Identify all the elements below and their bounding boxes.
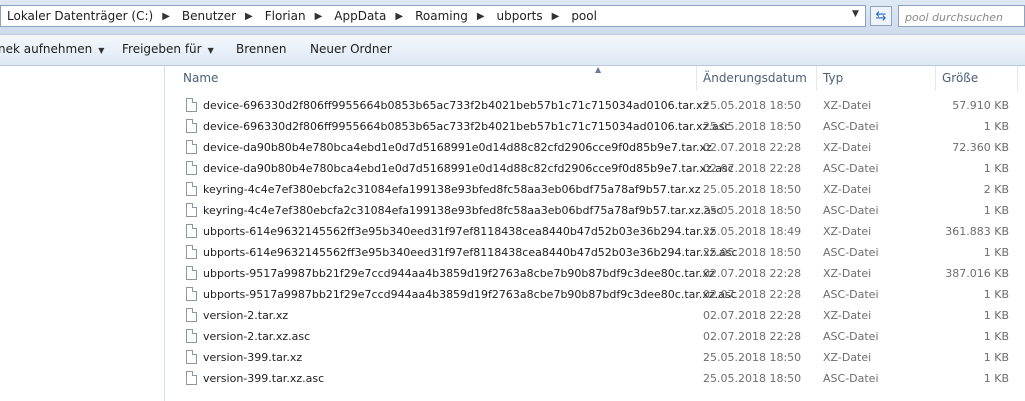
file-row[interactable]: device-696330d2f806ff9955664b0853b65ac73… — [165, 95, 1025, 116]
breadcrumb-item[interactable]: pool — [565, 6, 606, 26]
address-bar[interactable]: Lokaler Datenträger (C:) ▶ Benutzer ▶ Fl… — [0, 5, 866, 27]
file-icon — [186, 203, 197, 217]
breadcrumb-item[interactable]: Roaming ▶ — [409, 6, 490, 26]
column-header-date[interactable]: Änderungsdatum — [703, 71, 807, 85]
file-row[interactable]: ubports-614e9632145562ff3e95b340eed31f97… — [165, 242, 1025, 263]
file-icon — [186, 98, 197, 112]
breadcrumb-separator-icon[interactable]: ▶ — [159, 11, 173, 22]
file-icon — [186, 224, 197, 238]
file-row[interactable]: keyring-4c4e7ef380ebcfa2c31084efa199138e… — [165, 200, 1025, 221]
file-icon — [186, 161, 197, 175]
column-header-name[interactable]: Name — [183, 71, 218, 85]
file-icon — [186, 266, 197, 280]
breadcrumb-separator-icon[interactable]: ▶ — [392, 11, 406, 22]
chevron-down-icon: ▼ — [207, 46, 214, 55]
file-icon — [186, 371, 197, 385]
search-box[interactable] — [898, 5, 1025, 27]
column-divider[interactable] — [696, 66, 697, 91]
column-divider[interactable] — [816, 66, 817, 91]
include-in-library-button[interactable]: nek aufnehmen ▼ — [0, 42, 104, 56]
file-row[interactable]: version-399.tar.xz 25.05.2018 18:50 XZ-Dat… — [165, 347, 1025, 368]
file-row[interactable]: version-399.tar.xz.asc 25.05.2018 18:50 AS… — [165, 368, 1025, 389]
new-folder-button[interactable]: Neuer Ordner — [310, 42, 392, 56]
file-icon — [186, 140, 197, 154]
breadcrumb-item[interactable]: ubports ▶ — [491, 6, 566, 26]
search-input[interactable] — [903, 7, 1025, 27]
file-icon — [186, 329, 197, 343]
command-toolbar: nek aufnehmen ▼ Freigeben für ▼ Brennen Ne… — [0, 35, 1025, 66]
sort-ascending-icon: ▲ — [595, 65, 602, 74]
share-with-button[interactable]: Freigeben für ▼ — [122, 42, 214, 56]
file-row[interactable]: version-2.tar.xz.asc 02.07.2018 22:28 ASC-… — [165, 326, 1025, 347]
column-header-row: ▲ Name Änderungsdatum Typ Größe — [165, 65, 1025, 91]
chevron-down-icon: ▼ — [98, 46, 105, 55]
file-row[interactable]: ubports-9517a9987bb21f29e7ccd944aa4b3859… — [165, 263, 1025, 284]
file-row[interactable]: device-da90b80b4e780bca4ebd1e0d7d5168991… — [165, 158, 1025, 179]
breadcrumb-item[interactable]: AppData ▶ — [328, 6, 409, 26]
file-list: device-696330d2f806ff9955664b0853b65ac73… — [165, 95, 1025, 389]
file-row[interactable]: device-696330d2f806ff9955664b0853b65ac73… — [165, 116, 1025, 137]
burn-button[interactable]: Brennen — [236, 42, 286, 56]
file-row[interactable]: ubports-9517a9987bb21f29e7ccd944aa4b3859… — [165, 284, 1025, 305]
file-icon — [186, 182, 197, 196]
navigation-pane[interactable] — [0, 66, 165, 401]
breadcrumb-item[interactable]: Lokaler Datenträger (C:) ▶ — [1, 6, 176, 26]
file-icon — [186, 308, 197, 322]
breadcrumb-item[interactable]: Benutzer ▶ — [176, 6, 259, 26]
breadcrumb-item[interactable]: Florian ▶ — [259, 6, 329, 26]
file-icon — [186, 119, 197, 133]
file-row[interactable]: version-2.tar.xz 02.07.2018 22:28 XZ-Datei… — [165, 305, 1025, 326]
column-divider[interactable] — [935, 66, 936, 91]
column-header-size[interactable]: Größe — [942, 71, 978, 85]
column-divider[interactable] — [1017, 66, 1018, 91]
file-row[interactable]: keyring-4c4e7ef380ebcfa2c31084efa199138e… — [165, 179, 1025, 200]
file-row[interactable]: ubports-614e9632145562ff3e95b340eed31f97… — [165, 221, 1025, 242]
breadcrumb-separator-icon[interactable]: ▶ — [549, 11, 563, 22]
refresh-icon[interactable]: ⇆ — [870, 6, 892, 26]
breadcrumb-separator-icon[interactable]: ▶ — [474, 11, 488, 22]
file-icon — [186, 245, 197, 259]
file-row[interactable]: device-da90b80b4e780bca4ebd1e0d7d5168991… — [165, 137, 1025, 158]
column-header-type[interactable]: Typ — [823, 71, 843, 85]
file-icon — [186, 350, 197, 364]
chevron-down-icon[interactable]: ▼ — [852, 9, 859, 19]
address-bar-row: Lokaler Datenträger (C:) ▶ Benutzer ▶ Fl… — [0, 0, 1025, 35]
file-icon — [186, 287, 197, 301]
breadcrumb-separator-icon[interactable]: ▶ — [312, 11, 326, 22]
breadcrumb-separator-icon[interactable]: ▶ — [242, 11, 256, 22]
